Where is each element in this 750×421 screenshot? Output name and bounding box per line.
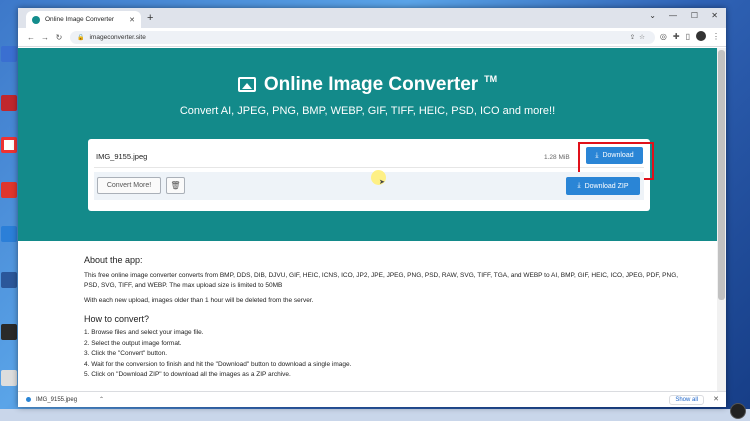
sidebar-icon[interactable]: ▯ — [686, 32, 690, 41]
bookmark-star-icon[interactable]: ☆ — [639, 34, 649, 41]
desktop-app-icon[interactable] — [1, 46, 17, 62]
camera-icon[interactable]: ◎ — [660, 32, 667, 41]
reload-icon[interactable]: ↻ — [52, 33, 66, 42]
desktop-app-icon[interactable] — [1, 137, 17, 153]
list-item: 2. Select the output image format. — [84, 339, 182, 347]
browser-toolbar: ← → ↻ 🔒 imageconverter.site ⇪☆ ◎ ✚ ▯ ⋮ — [18, 28, 726, 47]
close-tab-icon[interactable]: ✕ — [129, 16, 135, 24]
scrollbar[interactable] — [717, 48, 726, 391]
taskbar — [0, 409, 750, 421]
address-bar-actions: ⇪☆ — [630, 33, 649, 41]
back-icon[interactable]: ← — [24, 33, 38, 42]
new-tab-button[interactable]: + — [147, 12, 153, 24]
toolbar-right: ◎ ✚ ▯ ⋮ — [660, 31, 720, 41]
howto-heading: How to convert? — [84, 314, 150, 324]
url-text: imageconverter.site — [89, 33, 146, 41]
desktop-app-icon[interactable] — [1, 324, 17, 340]
channel-logo — [730, 403, 746, 419]
file-icon — [26, 397, 31, 402]
minimize-button[interactable]: — — [669, 11, 677, 21]
download-zip-button[interactable]: ⤓ Download ZIP — [566, 177, 640, 195]
page-viewport: Online Image Converter TM Convert AI, JPE… — [18, 48, 726, 391]
tab-search-icon[interactable]: ⌄ — [649, 11, 656, 21]
page-subtitle: Convert AI, JPEG, PNG, BMP, WEBP, GIF, T… — [179, 105, 556, 117]
browser-window: Online Image Converter ✕ + ⌄ — ☐ ✕ ← → ↻… — [18, 8, 726, 407]
tab-strip: Online Image Converter ✕ + ⌄ — ☐ ✕ — [18, 8, 726, 28]
about-heading: About the app: — [84, 255, 143, 265]
desktop-app-icon[interactable] — [1, 226, 17, 242]
show-all-button[interactable]: Show all — [669, 395, 704, 405]
close-window-button[interactable]: ✕ — [711, 11, 718, 21]
download-filename[interactable]: IMG_9155.jpeg — [36, 397, 77, 403]
hero-section: Online Image Converter TM Convert AI, JPE… — [18, 48, 717, 241]
browser-tab[interactable]: Online Image Converter ✕ — [26, 11, 141, 28]
list-item: 5. Click on "Download ZIP" to download a… — [84, 371, 291, 378]
list-item: 1. Browse files and select your image fi… — [84, 329, 204, 336]
desktop-app-icon[interactable] — [1, 182, 17, 198]
lock-icon[interactable]: 🔒 — [77, 34, 84, 41]
profile-avatar[interactable] — [696, 31, 706, 41]
scrollbar-thumb[interactable] — [718, 50, 725, 300]
forward-icon[interactable]: → — [38, 33, 52, 42]
image-icon — [237, 77, 256, 92]
actions-row: Convert More! 🗑 ⤓ Download ZIP — [94, 172, 644, 200]
about-description: This free online image converter convert… — [84, 272, 679, 289]
convert-more-button[interactable]: Convert More! — [97, 177, 161, 194]
desktop-app-icon[interactable] — [1, 95, 17, 111]
maximize-button[interactable]: ☐ — [691, 11, 698, 21]
extensions-icon[interactable]: ✚ — [673, 32, 680, 41]
file-size: 1.28 MiB — [544, 154, 570, 161]
menu-icon[interactable]: ⋮ — [712, 32, 720, 41]
chevron-up-icon[interactable]: ⌃ — [99, 396, 104, 403]
close-icon[interactable]: ✕ — [713, 395, 719, 403]
address-bar[interactable]: 🔒 imageconverter.site ⇪☆ — [70, 30, 655, 44]
retention-note: With each new upload, images older than … — [84, 297, 314, 304]
desktop-app-icon[interactable] — [1, 272, 17, 288]
mouse-cursor-icon: ➤ — [379, 179, 385, 186]
tab-title: Online Image Converter — [45, 16, 115, 23]
download-bar: IMG_9155.jpeg ⌃ Show all ✕ — [18, 391, 726, 407]
file-card: IMG_9155.jpeg 1.28 MiB ⤓ Download Convert… — [88, 139, 654, 211]
file-row: IMG_9155.jpeg 1.28 MiB ⤓ Download — [94, 142, 654, 180]
trash-icon: 🗑 — [170, 181, 181, 190]
delete-button[interactable]: 🗑 — [166, 177, 185, 194]
steps-list: 1. Browse files and select your image fi… — [84, 328, 684, 381]
favicon-icon — [32, 15, 40, 24]
list-item: 4. Wait for the conversion to finish and… — [84, 360, 352, 368]
about-section: About the app: This free online image co… — [84, 255, 684, 381]
desktop-app-icon[interactable] — [1, 370, 17, 386]
share-icon[interactable]: ⇪ — [630, 34, 639, 41]
download-icon: ⤓ — [577, 182, 581, 189]
list-item: 3. Click the "Convert" button. — [84, 350, 168, 357]
trademark: TM — [484, 74, 498, 84]
file-name: IMG_9155.jpeg — [96, 152, 148, 161]
page-title: Online Image Converter TM — [18, 74, 717, 96]
